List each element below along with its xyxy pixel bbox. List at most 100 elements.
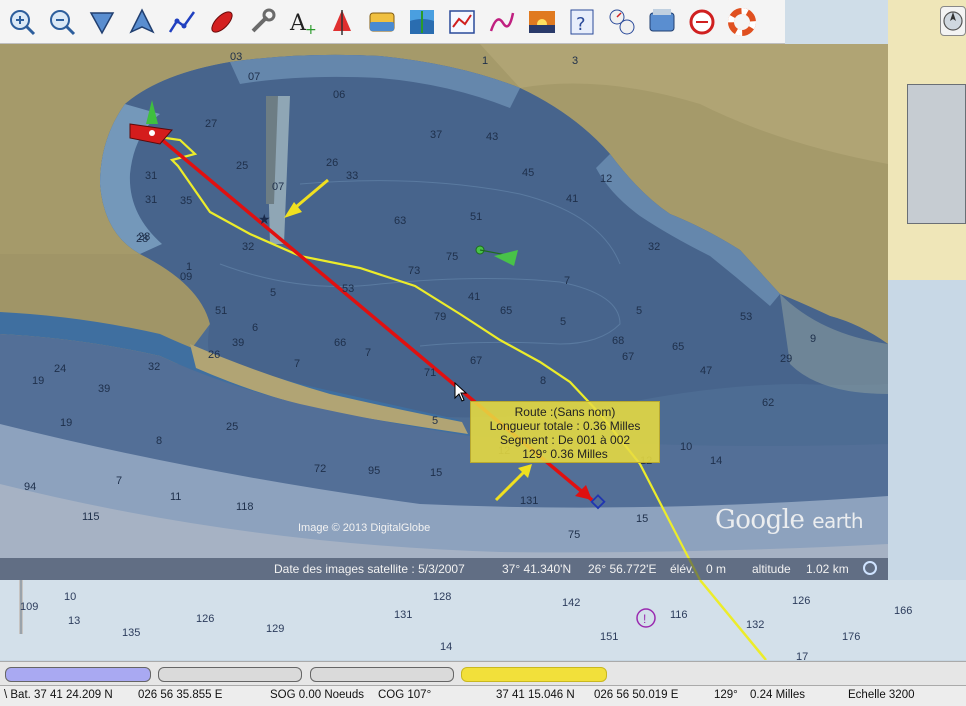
depth-label: 132 [746, 619, 764, 631]
depth-label: 75 [446, 251, 458, 263]
depth-label: 31 [145, 170, 157, 182]
depth-label: 07 [272, 181, 284, 193]
layers-button[interactable] [364, 4, 400, 40]
route-segment: Segment : De 001 à 002 [499, 433, 631, 447]
help-button[interactable]: ? [564, 4, 600, 40]
depth-label: 131 [520, 495, 538, 507]
track-button[interactable] [484, 4, 520, 40]
depth-label: 66 [334, 337, 346, 349]
imagery-date: Date des images satellite : 5/3/2007 [274, 562, 465, 576]
depth-label: 26 [208, 349, 220, 361]
depth-label: 109 [20, 601, 38, 613]
tools-button[interactable] [244, 4, 280, 40]
cursor-lon: 026 56 50.019 E [594, 689, 679, 701]
depth-label: 15 [636, 513, 648, 525]
instruments-button[interactable] [604, 4, 640, 40]
depth-label: 25 [226, 421, 238, 433]
depth-label: 15 [430, 467, 442, 479]
depth-label: 68 [612, 335, 624, 347]
depth-label: 63 [394, 215, 406, 227]
depth-label: 45 [522, 167, 534, 179]
depth-label: 67 [470, 355, 482, 367]
panel-tab-3[interactable] [310, 667, 454, 682]
depth-label: 115 [82, 511, 100, 523]
add-text-button[interactable]: A + [284, 4, 320, 40]
course-up-icon [129, 7, 155, 34]
depth-label: 116 [670, 609, 688, 621]
route-icon [168, 10, 196, 33]
zoom-out-button[interactable] [44, 4, 80, 40]
sunset-button[interactable] [524, 4, 560, 40]
depth-label: 35 [180, 195, 192, 207]
depth-label: 03 [230, 51, 242, 63]
alarm-button[interactable] [684, 4, 720, 40]
help-icon: ? [570, 9, 594, 35]
depth-label: 17 [796, 651, 808, 660]
depth-label: 94 [24, 481, 36, 493]
course-up-button[interactable] [124, 4, 160, 40]
depth-label: 7 [294, 358, 300, 370]
depth-label: 09 [180, 271, 192, 283]
depth-label: 65 [672, 341, 684, 353]
depth-label: 151 [600, 631, 618, 643]
depth-label: 71 [424, 367, 436, 379]
depth-label: 27 [205, 118, 217, 130]
elevation-value: 0 m [706, 562, 727, 576]
lifebuoy-button[interactable] [724, 4, 760, 40]
zoom-in-button[interactable] [4, 4, 40, 40]
alarm-icon [689, 9, 715, 34]
elevation-label: élév. [670, 562, 695, 576]
depth-label: 62 [762, 397, 774, 409]
cursor-longitude: 26° 56.772'E [588, 562, 657, 576]
mark-button[interactable] [324, 4, 360, 40]
depth-label: 51 [215, 305, 227, 317]
depth-icon [410, 9, 434, 34]
depth-label: 13 [68, 615, 80, 627]
depth-label: 6 [252, 322, 258, 334]
google-earth-logo: Google earth [715, 505, 863, 535]
north-up-button[interactable] [84, 4, 120, 40]
course-over-ground: COG 107° [378, 689, 432, 701]
panel-tab-1[interactable] [5, 667, 151, 682]
cursor-bearing: 129° [714, 689, 738, 701]
depth-label: 79 [434, 311, 446, 323]
ge-status-bar: Date des images satellite : 5/3/2007 37°… [0, 558, 888, 580]
cmap-button[interactable] [644, 4, 680, 40]
depth-label: 118 [236, 501, 254, 513]
depth-label: 5 [432, 415, 438, 427]
depth-label: 29 [780, 353, 792, 365]
boat-button[interactable] [204, 4, 240, 40]
boat-icon [211, 10, 233, 33]
depth-label: 10 [64, 591, 76, 603]
depth-label: 75 [568, 529, 580, 541]
panel-tab-4[interactable] [461, 667, 607, 682]
depth-label: 14 [710, 455, 722, 467]
depth-label: 31 [145, 194, 157, 206]
depth-label: 47 [700, 365, 712, 377]
depth-label: 128 [433, 591, 451, 603]
depth-label: 26 [326, 157, 338, 169]
compass-button[interactable] [940, 6, 966, 36]
google-earth-overlay[interactable]: ★ 03 07 27 31 25 06 26 37 43 28 31 35 07… [0, 44, 888, 580]
depth-label: 166 [894, 605, 912, 617]
route-name: Route :(Sans nom) [514, 405, 616, 419]
depth-label: 7 [116, 475, 122, 487]
svg-text:?: ? [576, 14, 586, 35]
layers-icon [369, 12, 395, 31]
panel-tab-2[interactable] [158, 667, 302, 682]
depth-label: 131 [394, 609, 412, 621]
depth-label: 8 [156, 435, 162, 447]
depth-label: 39 [98, 383, 110, 395]
wrench-icon [251, 8, 276, 32]
depth-label: 25 [236, 160, 248, 172]
depth-label: 53 [740, 311, 752, 323]
route-button[interactable] [164, 4, 200, 40]
altitude-value: 1.02 km [806, 562, 849, 576]
google-earth-logo-earth: earth [812, 509, 863, 533]
chart-overlay-button[interactable] [444, 4, 480, 40]
cursor-latitude: 37° 41.340'N [502, 562, 572, 576]
depth-label: 32 [148, 361, 160, 373]
svg-text:!: ! [643, 612, 646, 626]
boat-longitude: 026 56 35.855 E [138, 689, 223, 701]
depth-button[interactable] [404, 4, 440, 40]
